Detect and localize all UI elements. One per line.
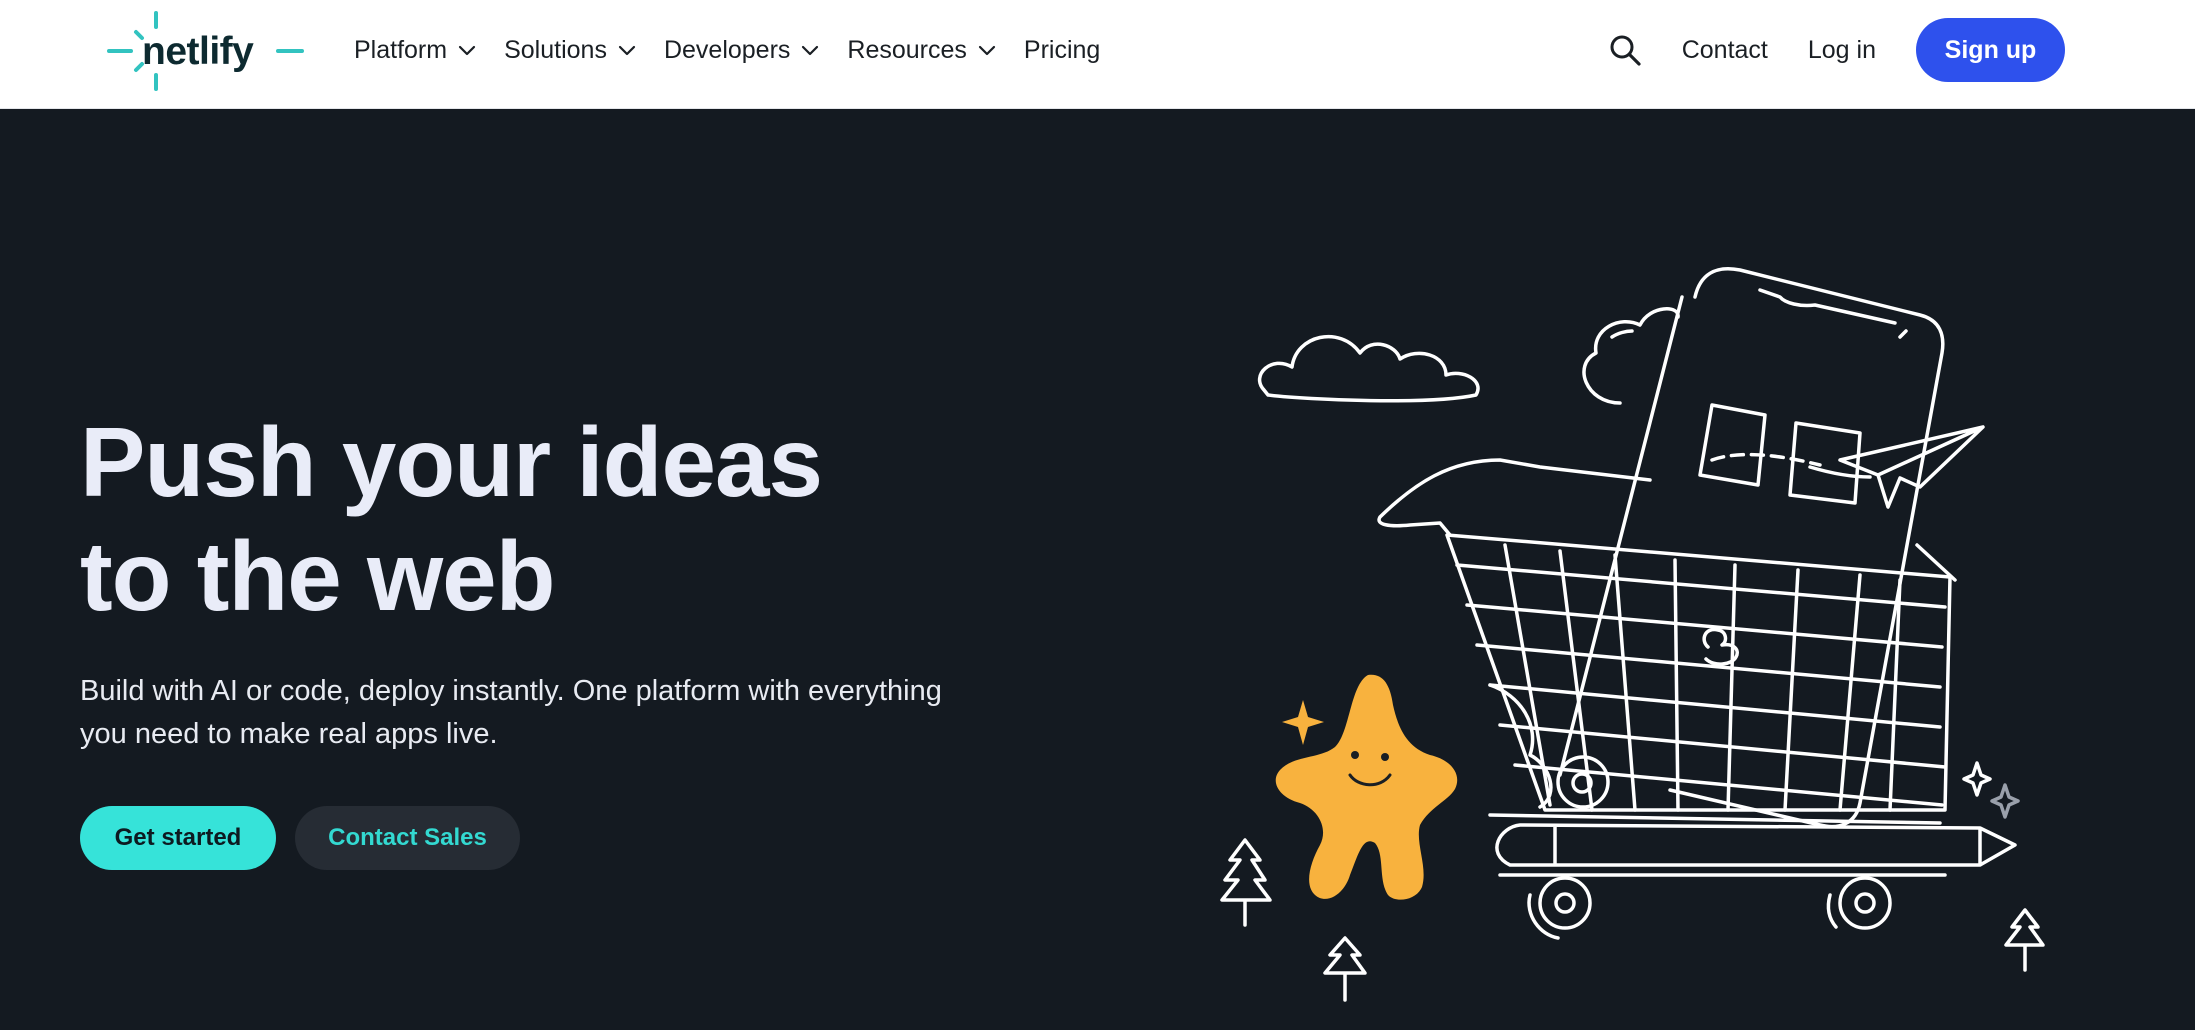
- hero-title-line: to the web: [80, 521, 556, 631]
- pencil-icon: [1495, 823, 2017, 867]
- hero-title-line: Push your ideas: [80, 407, 823, 517]
- chevron-down-icon: [802, 45, 819, 56]
- main-nav: Platform Solutions Developers Resources …: [354, 0, 1127, 100]
- site-header: netlify Platform Solutions Developers Re…: [0, 0, 2195, 109]
- nav-item-label: Developers: [663, 35, 791, 64]
- nav-item-resources[interactable]: Resources: [847, 36, 997, 65]
- tree-icon: [1220, 838, 1272, 927]
- nav-item-platform[interactable]: Platform: [354, 36, 477, 65]
- nav-item-label: Pricing: [1023, 35, 1101, 64]
- hero-subtitle-line: Build with AI or code, deploy instantly.…: [80, 675, 942, 707]
- nav-item-label: Platform: [354, 35, 448, 64]
- sparkle-icon: [1990, 783, 2020, 819]
- signup-button[interactable]: Sign up: [1916, 18, 2065, 82]
- chevron-down-icon: [458, 45, 476, 56]
- tree-icon: [2004, 908, 2045, 972]
- sparkle-icon: [1962, 761, 1992, 797]
- contact-link[interactable]: Contact: [1682, 36, 1768, 65]
- login-link[interactable]: Log in: [1808, 36, 1876, 65]
- hero-subtitle-line: you need to make real apps live.: [80, 718, 498, 750]
- hero-illustration: [1220, 267, 2045, 1002]
- nav-item-label: Solutions: [504, 35, 607, 64]
- nav-item-solutions[interactable]: Solutions: [504, 36, 637, 65]
- search-icon[interactable]: [1608, 33, 1642, 67]
- contact-sales-button[interactable]: Contact Sales: [295, 806, 520, 870]
- tree-icon: [1323, 936, 1367, 1002]
- logo-wordmark: netlify: [142, 30, 254, 73]
- shopping-cart-icon: [1445, 533, 2017, 940]
- chevron-down-icon: [618, 45, 636, 56]
- netlify-logo[interactable]: netlify: [106, 10, 306, 92]
- phone-card-icon: [1698, 403, 1767, 487]
- paper-plane-icon: [1838, 425, 1985, 509]
- cloud-icon: [1582, 307, 1680, 405]
- get-started-button[interactable]: Get started: [80, 806, 276, 870]
- sparkle-icon: [1282, 700, 1324, 745]
- nav-item-label: Resources: [847, 35, 967, 64]
- hero-subtitle: Build with AI or code, deploy instantly.…: [80, 670, 1000, 756]
- hero-title: Push your ideas to the web: [80, 405, 1040, 633]
- nav-item-pricing[interactable]: Pricing: [1024, 36, 1100, 65]
- chevron-down-icon: [978, 45, 996, 56]
- nav-item-developers[interactable]: Developers: [664, 36, 820, 65]
- cloud-icon: [1257, 335, 1480, 403]
- header-actions: Contact Log in Sign up: [1608, 18, 2065, 82]
